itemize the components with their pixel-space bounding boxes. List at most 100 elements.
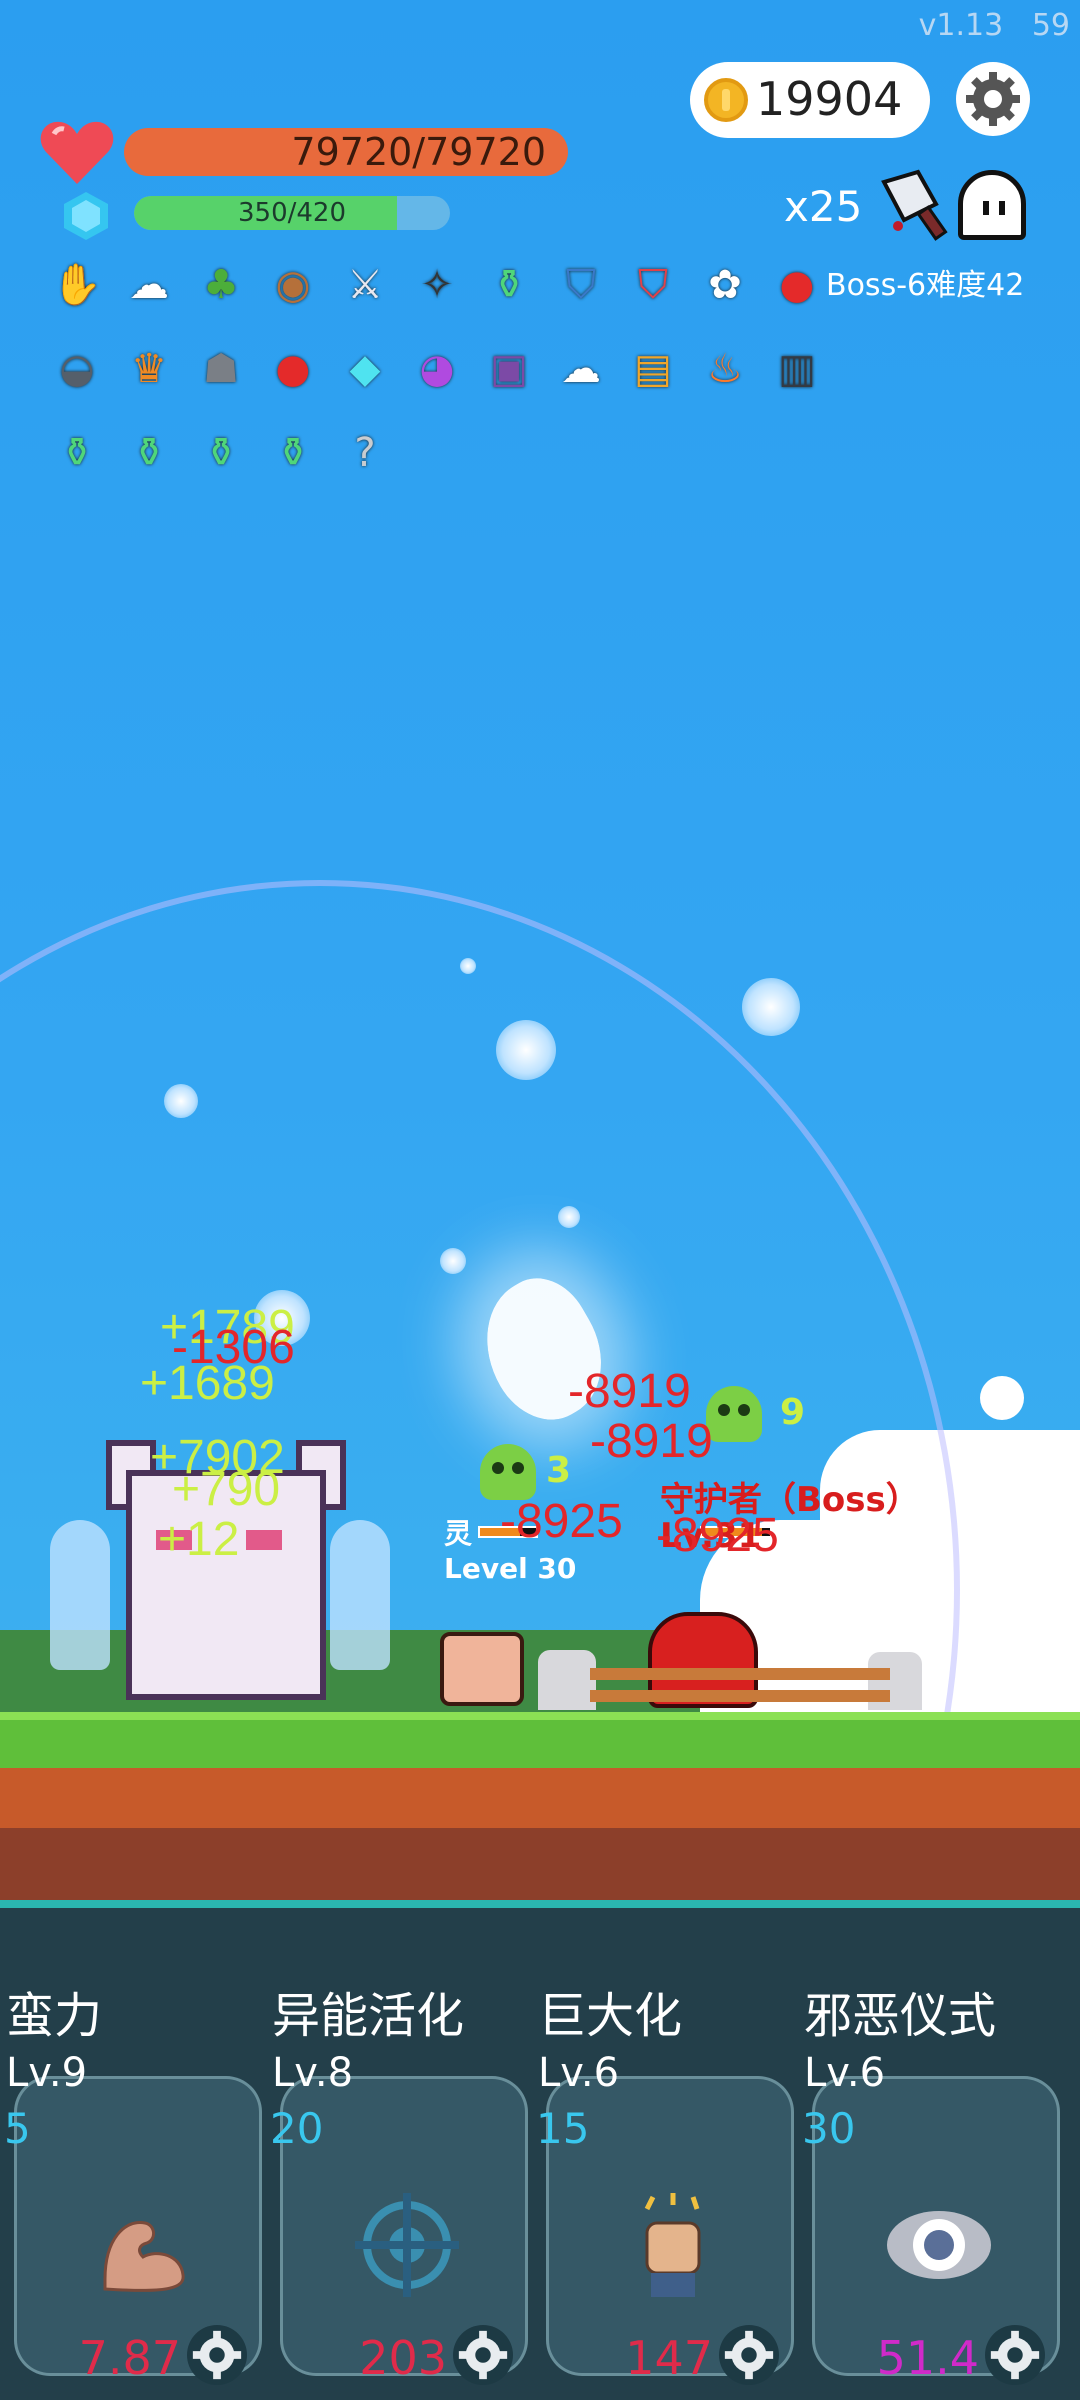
small-enemy-sprite: [440, 1632, 524, 1706]
cloud: [980, 1376, 1024, 1420]
skill-cost: 30: [802, 2104, 856, 2153]
skill-card[interactable]: 7.87: [14, 2076, 262, 2385]
spell-book-item-icon: ▣: [490, 346, 528, 392]
hp-text: 79720/79720: [291, 130, 546, 174]
potion-item-icon: ⚱: [492, 262, 526, 308]
torch-item-icon: ♨: [707, 346, 743, 392]
tree-item-icon: ♣: [203, 262, 239, 308]
game-stage: v1.13 59 19904 79720/79720 350/420 x25 B…: [0, 0, 1080, 2400]
ground-dirt: [0, 1768, 1080, 1828]
hero-eye: [246, 1530, 282, 1550]
gear-icon: [990, 2330, 1040, 2380]
helmet-item-icon: ☗: [203, 346, 239, 392]
skill-name: 巨大化: [538, 1988, 683, 2044]
skill-upgrade-button[interactable]: [985, 2325, 1045, 2385]
damage-number: -8919: [590, 1415, 713, 1468]
damage-number: -8919: [568, 1365, 691, 1418]
boss-enemy-skull-icon: [706, 1386, 762, 1442]
mortar-item-icon: ◒: [59, 346, 95, 392]
skill-upgrade-button[interactable]: [187, 2325, 247, 2385]
small-enemy-skull-icon: [480, 1444, 536, 1500]
red-shield-item-icon: ⛉: [638, 262, 668, 308]
wing-item-icon: ☁: [129, 262, 169, 308]
heal-number: +12: [158, 1513, 240, 1566]
coin-counter: 19904: [690, 62, 930, 138]
settings-button[interactable]: [956, 62, 1030, 136]
skill-level: Lv.6: [538, 2050, 620, 2096]
small-enemy-level: Level 30: [444, 1552, 577, 1585]
light-orb: [164, 1084, 198, 1118]
small-enemy-name: 灵: [444, 1517, 473, 1550]
eye-icon: [887, 2211, 991, 2279]
heal-number: +1689: [140, 1357, 275, 1410]
fist-icon: [644, 2193, 701, 2297]
skill-name: 邪恶仪式: [804, 1988, 997, 2044]
damage-number: -8925: [656, 1509, 779, 1562]
green-potion1-icon: ⚱: [60, 430, 94, 476]
green-potion4-icon: ⚱: [276, 430, 310, 476]
skill-name: 蛮力: [6, 1988, 103, 2044]
boss-enemy-count: 9: [780, 1392, 806, 1433]
coin-amount: 19904: [756, 72, 903, 126]
diamond-item-icon: ◆: [349, 346, 381, 392]
skill-level: Lv.8: [272, 2050, 354, 2096]
sword-item-icon: ⚔: [347, 262, 383, 308]
combo-counter: x25: [784, 182, 863, 231]
coin-icon: [704, 78, 748, 122]
light-orb: [440, 1248, 466, 1274]
ground-dirt-deep: [0, 1828, 1080, 1900]
skill-value: 7.87: [78, 2331, 181, 2385]
round-shield-item-icon: ◉: [275, 262, 311, 308]
bat-item-icon: ✧: [420, 262, 454, 308]
gear-icon: [966, 72, 1020, 126]
skill-value: 147: [625, 2331, 713, 2385]
skill-level: Lv.6: [804, 2050, 886, 2096]
apple-item-icon: ●: [779, 262, 815, 308]
crystal-ball-item-icon: ◕: [419, 346, 455, 392]
mana-text: 350/420: [237, 198, 346, 228]
hook-item-icon: ?: [354, 430, 376, 476]
skill-upgrade-button[interactable]: [719, 2325, 779, 2385]
light-orb: [460, 958, 476, 974]
skill-value: 203: [359, 2331, 447, 2385]
light-orb: [742, 978, 800, 1036]
mana-gem-icon: [64, 192, 108, 240]
light-orb: [558, 1206, 580, 1228]
green-potion2-icon: ⚱: [132, 430, 166, 476]
crown-item-icon: ♛: [131, 346, 167, 392]
ground-grass: [0, 1712, 1080, 1768]
skill-cost: 20: [270, 2104, 324, 2153]
light-orb: [496, 1020, 556, 1080]
heart-icon: [40, 121, 114, 184]
small-enemy-count: 3: [546, 1450, 572, 1491]
fence: [590, 1690, 890, 1702]
green-potion3-icon: ⚱: [204, 430, 238, 476]
skill-slot[interactable]: 203 异能活化 Lv.8 20: [266, 1976, 531, 2400]
boss-difficulty-label: Boss-6难度42: [826, 268, 1025, 303]
skill-slot[interactable]: 7.87 蛮力 Lv.9 5: [0, 1976, 265, 2400]
skill-name: 异能活化: [272, 1988, 465, 2044]
gear-icon: [724, 2330, 774, 2380]
gear-icon: [192, 2330, 242, 2380]
gear-icon: [458, 2330, 508, 2380]
muscle-icon: [103, 2221, 185, 2292]
version-label: v1.13 59: [918, 8, 1070, 43]
wing2-item-icon: ☁: [561, 346, 601, 392]
gold-book-item-icon: ▤: [634, 346, 672, 392]
skill-slot[interactable]: 51.4 邪恶仪式 Lv.6 30: [798, 1976, 1063, 2400]
fence: [590, 1668, 890, 1680]
flower-item-icon: ✿: [708, 262, 742, 308]
crosshair-icon: [355, 2193, 459, 2297]
mana-bar: 350/420: [134, 196, 450, 230]
skull-book-item-icon: ▥: [778, 346, 816, 392]
skill-upgrade-button[interactable]: [453, 2325, 513, 2385]
skill-slot[interactable]: 147 巨大化 Lv.6 15: [532, 1976, 797, 2400]
heal-number: +790: [172, 1463, 281, 1516]
skill-value: 51.4: [876, 2331, 979, 2385]
skill-cost: 5: [4, 2104, 31, 2153]
hp-bar: 79720/79720: [124, 128, 568, 176]
hand-item-icon: ✋: [52, 262, 102, 308]
skill-level: Lv.9: [6, 2050, 88, 2096]
ghost-icon: [958, 170, 1026, 240]
panel-divider: [0, 1900, 1080, 1908]
